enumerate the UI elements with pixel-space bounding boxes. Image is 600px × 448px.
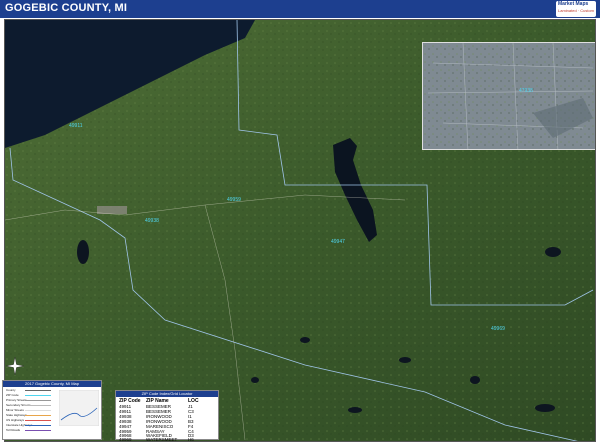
satellite-map[interactable]: 47938 49911 49938 49959 49947 49969 (4, 19, 596, 442)
zip-label: 49938 (145, 218, 159, 224)
legend-swatch (25, 390, 51, 391)
zip-label: 49947 (331, 239, 345, 245)
small-lake (545, 247, 561, 257)
small-lake (535, 404, 555, 412)
legend-item: State Highways (6, 413, 27, 417)
small-lake (77, 240, 89, 264)
legend-item: Toll Roads (6, 428, 21, 432)
table-cell: WATERSMEET (146, 437, 178, 442)
legend-swatch (25, 400, 51, 401)
title-bar: GOGEBIC COUNTY, MI Market Maps Laminated… (0, 0, 600, 18)
legend-item: ZIP Code (6, 393, 19, 397)
zip-table-title: ZIP Code Index/Grid Locator (116, 391, 218, 397)
zip-label: 49969 (491, 326, 505, 332)
legend-swatch (25, 405, 51, 406)
legend-swatch (25, 420, 51, 421)
legend-item: US Highways (6, 418, 25, 422)
small-lake (251, 377, 259, 383)
zip-index-table: ZIP Code Index/Grid Locator ZIP Code ZIP… (115, 390, 219, 442)
legend-swatch (25, 425, 51, 426)
legend-item: County (6, 388, 16, 392)
small-lake (399, 357, 411, 363)
legend-swatch (25, 430, 51, 431)
zip-label: 49911 (69, 123, 83, 129)
small-lake (300, 337, 310, 343)
table-cell: H6 (188, 437, 194, 442)
legend-item: Primary Streets (6, 398, 27, 402)
logo-line1: Market Maps (558, 1, 589, 7)
inset-map: 47938 (422, 42, 595, 150)
legend-swatch (25, 410, 51, 411)
legend-item: Minor Streets (6, 408, 24, 412)
logo-line2: Laminated · Custom (558, 8, 595, 13)
small-lake (348, 407, 362, 413)
compass-rose-icon (6, 357, 24, 375)
legend-swatch (25, 415, 51, 416)
small-lake (470, 376, 480, 384)
legend-sample-graphic (59, 390, 99, 426)
map-title: GOGEBIC COUNTY, MI (5, 2, 128, 14)
legend-swatch (25, 395, 51, 396)
map-legend: 2017 Gogebic County, MI Map County ZIP C… (2, 380, 102, 440)
inset-canvas (423, 43, 595, 149)
zip-label: 49959 (227, 197, 241, 203)
inset-zip-label: 47938 (519, 88, 533, 94)
publisher-logo: Market Maps Laminated · Custom (556, 1, 596, 17)
table-cell: 49969 (119, 437, 132, 442)
legend-title: 2017 Gogebic County, MI Map (3, 381, 101, 387)
